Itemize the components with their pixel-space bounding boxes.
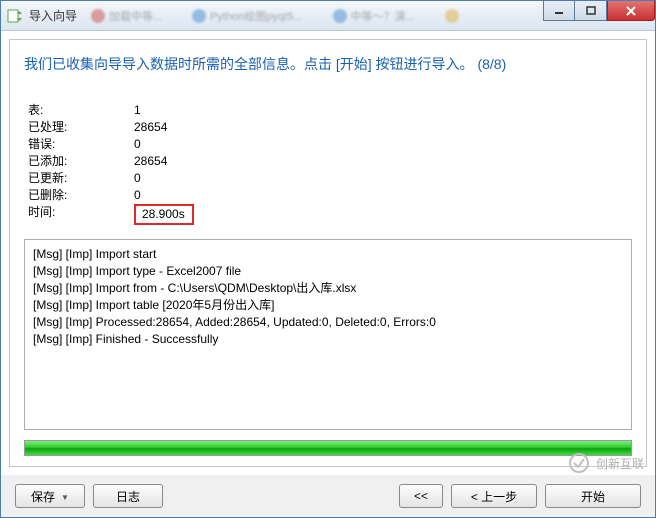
- log-button[interactable]: 日志: [93, 484, 163, 508]
- watermark: 创新互联: [568, 452, 644, 474]
- log-line: [Msg] [Imp] Import table [2020年5月份出入库]: [33, 297, 623, 314]
- stat-value: 0: [134, 136, 141, 153]
- log-line: [Msg] [Imp] Processed:28654, Added:28654…: [33, 314, 623, 331]
- background-tabs-blur: 加载中等... Python绘图pyqt5... 中等～？演...: [91, 3, 535, 28]
- dialog-body: 我们已收集向导导入数据时所需的全部信息。点击 [开始] 按钮进行导入。 (8/8…: [9, 39, 647, 467]
- dropdown-icon: ▼: [61, 493, 69, 502]
- log-line: [Msg] [Imp] Import type - Excel2007 file: [33, 263, 623, 280]
- stat-row: 已更新:0: [28, 170, 632, 187]
- stat-row: 表:1: [28, 102, 632, 119]
- stat-value: 28654: [134, 119, 167, 136]
- stat-value: 1: [134, 102, 141, 119]
- time-highlight-box: 28.900s: [134, 204, 194, 225]
- prev-button-label: < 上一步: [471, 488, 517, 505]
- maximize-button[interactable]: [575, 1, 607, 21]
- stat-label: 时间:: [28, 204, 134, 225]
- app-icon: [7, 8, 23, 24]
- stat-row: 已删除:0: [28, 187, 632, 204]
- stat-label: 已处理:: [28, 119, 134, 136]
- stat-label: 已添加:: [28, 153, 134, 170]
- wizard-header-message: 我们已收集向导导入数据时所需的全部信息。点击 [开始] 按钮进行导入。 (8/8…: [24, 54, 632, 74]
- stat-value: 0: [134, 170, 141, 187]
- titlebar: 导入向导 加载中等... Python绘图pyqt5... 中等～？演...: [1, 1, 655, 31]
- log-line: [Msg] [Imp] Import from - C:\Users\QDM\D…: [33, 280, 623, 297]
- start-button-label: 开始: [581, 488, 605, 505]
- window-controls: [543, 1, 655, 21]
- import-wizard-window: 导入向导 加载中等... Python绘图pyqt5... 中等～？演... 我…: [0, 0, 656, 518]
- window-title: 导入向导: [29, 7, 77, 24]
- progress-bar: [24, 440, 632, 456]
- stat-row: 已添加:28654: [28, 153, 632, 170]
- stat-row: 已处理:28654: [28, 119, 632, 136]
- log-textarea[interactable]: [Msg] [Imp] Import start[Msg] [Imp] Impo…: [24, 239, 632, 430]
- stats-table: 表:1已处理:28654错误:0已添加:28654已更新:0已删除:0时间:28…: [28, 102, 632, 225]
- log-line: [Msg] [Imp] Import start: [33, 246, 623, 263]
- stat-label: 已删除:: [28, 187, 134, 204]
- close-button[interactable]: [607, 1, 655, 21]
- first-button[interactable]: <<: [399, 484, 443, 508]
- save-button-label: 保存: [31, 488, 55, 505]
- prev-button[interactable]: < 上一步: [451, 484, 537, 508]
- stat-label: 表:: [28, 102, 134, 119]
- save-button[interactable]: 保存 ▼: [15, 484, 85, 508]
- stat-value: 28654: [134, 153, 167, 170]
- stat-value: 0: [134, 187, 141, 204]
- watermark-icon: [568, 452, 590, 474]
- button-bar: 保存 ▼ 日志 << < 上一步 开始: [1, 475, 655, 517]
- start-button[interactable]: 开始: [545, 484, 641, 508]
- watermark-text: 创新互联: [596, 455, 644, 472]
- first-button-label: <<: [414, 489, 428, 503]
- log-line: [Msg] [Imp] Finished - Successfully: [33, 331, 623, 348]
- minimize-button[interactable]: [543, 1, 575, 21]
- progress-fill: [25, 441, 631, 455]
- stat-row: 时间:28.900s: [28, 204, 632, 225]
- log-button-label: 日志: [116, 488, 140, 505]
- stat-label: 错误:: [28, 136, 134, 153]
- stat-label: 已更新:: [28, 170, 134, 187]
- stat-row: 错误:0: [28, 136, 632, 153]
- stat-value: 28.900s: [134, 204, 194, 225]
